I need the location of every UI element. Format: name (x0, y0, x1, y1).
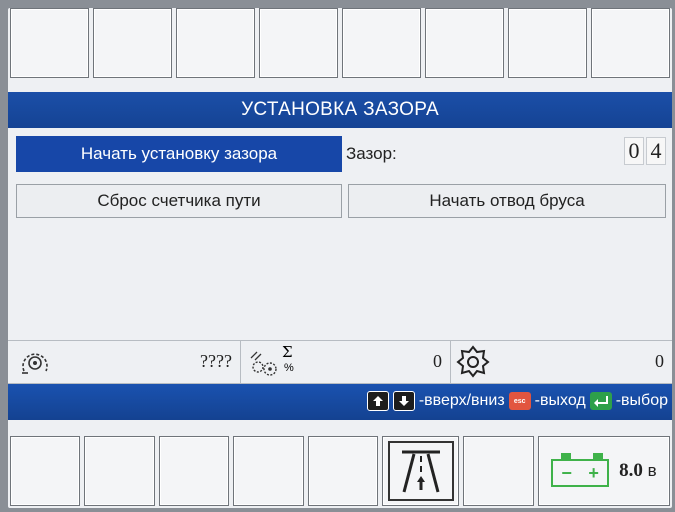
slip-cell: Σ % 0 (240, 341, 451, 383)
softkey-road-lane[interactable] (382, 436, 460, 506)
top-softkey-row (8, 8, 672, 78)
battery-voltage-value: 8.0 (619, 460, 643, 481)
updown-hint: -вверх/вниз (418, 392, 505, 409)
softkey-top-6[interactable] (425, 8, 504, 78)
speed-gauge-icon (18, 347, 52, 382)
bottom-softkey-row: − + 8.0 в (8, 436, 672, 506)
esc-key-icon: esc (508, 392, 531, 410)
screen-title: УСТАНОВКА ЗАЗОРА (8, 92, 672, 128)
reset-path-counter-button[interactable]: Сброс счетчика пути (16, 184, 342, 218)
softkey-top-1[interactable] (10, 8, 89, 78)
gap-label: Зазор: (346, 144, 397, 163)
display-screen: УСТАНОВКА ЗАЗОРА Начать установку зазора… (8, 8, 672, 508)
sigma-symbol: Σ (282, 343, 293, 361)
gap-setup-panel: Начать установку зазора Зазор: 0 4 Сброс… (8, 128, 672, 400)
slip-value: 0 (433, 351, 442, 371)
battery-voltage-unit: в (647, 461, 657, 480)
softkey-bottom-7[interactable] (463, 436, 534, 506)
softkey-bottom-5[interactable] (307, 436, 379, 506)
percent-symbol: % (284, 362, 294, 374)
exit-hint: -выход (534, 392, 586, 409)
softkey-top-7[interactable] (508, 8, 587, 78)
rotation-cell: 0 (450, 341, 672, 383)
slip-gears-icon: Σ % (248, 343, 304, 379)
help-bar: -вверх/вниз esc -выход -выбор (8, 384, 672, 420)
rotation-gear-icon (456, 344, 490, 383)
road-lane-icon (387, 441, 454, 501)
battery-indicator: − + 8.0 в (551, 453, 657, 489)
speed-value: ???? (200, 351, 232, 371)
softkey-bottom-2[interactable] (84, 436, 155, 506)
softkey-bottom-4[interactable] (233, 436, 304, 506)
gap-value-field[interactable]: 0 4 (624, 137, 666, 165)
softkey-top-4[interactable] (259, 8, 338, 78)
status-row: ???? Σ % 0 0 (8, 340, 672, 384)
softkey-top-2[interactable] (93, 8, 172, 78)
gap-digit-1[interactable]: 0 (624, 137, 644, 165)
softkey-top-3[interactable] (176, 8, 255, 78)
speed-cell: ???? (8, 341, 241, 383)
battery-minus: − (561, 462, 572, 483)
start-beam-retract-button[interactable]: Начать отвод бруса (348, 184, 666, 218)
battery-icon: − + (551, 453, 613, 489)
arrow-down-icon (392, 391, 415, 411)
softkey-bottom-1[interactable] (10, 436, 81, 506)
battery-voltage: 8.0 в (619, 460, 657, 482)
esc-key-label: esc (513, 397, 526, 405)
start-gap-setup-button[interactable]: Начать установку зазора (16, 136, 342, 172)
softkey-top-8[interactable] (591, 8, 670, 78)
softkey-top-5[interactable] (342, 8, 421, 78)
softkey-bottom-3[interactable] (158, 436, 230, 506)
softkey-battery[interactable]: − + 8.0 в (537, 436, 670, 506)
rotation-value: 0 (655, 351, 664, 371)
enter-key-icon (589, 392, 612, 410)
help-hints: -вверх/вниз esc -выход -выбор (366, 391, 668, 411)
gap-digit-2[interactable]: 4 (646, 137, 666, 165)
select-hint: -выбор (615, 392, 668, 409)
arrow-up-icon (366, 391, 389, 411)
battery-plus: + (588, 462, 599, 483)
